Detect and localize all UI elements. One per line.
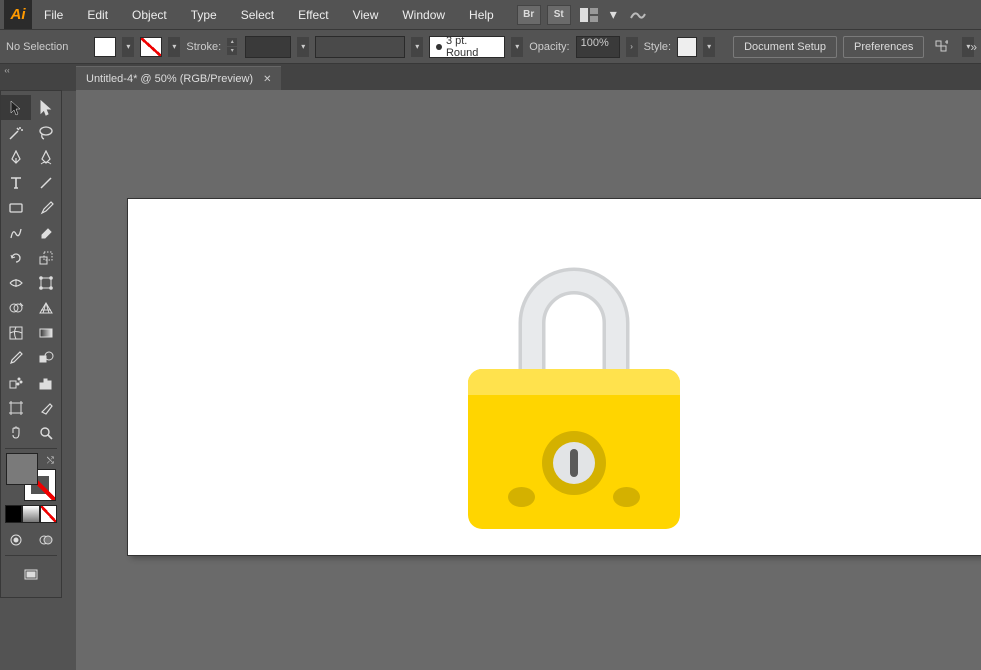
stroke-weight-stepper[interactable]: ▴▾	[227, 38, 237, 55]
style-label: Style:	[644, 41, 672, 53]
artboard[interactable]	[128, 199, 981, 555]
chevron-down-icon[interactable]: ▾	[610, 6, 617, 23]
lasso-tool[interactable]	[31, 120, 61, 145]
bridge-button[interactable]: Br	[517, 5, 541, 25]
eraser-tool[interactable]	[31, 220, 61, 245]
gpu-icon[interactable]	[629, 8, 647, 22]
free-transform-tool[interactable]	[31, 270, 61, 295]
mesh-tool[interactable]	[1, 320, 31, 345]
pen-tool[interactable]	[1, 145, 31, 170]
canvas-area[interactable]	[76, 90, 981, 670]
fill-swatch[interactable]	[94, 37, 116, 57]
perspective-grid-tool[interactable]	[31, 295, 61, 320]
menu-file[interactable]: File	[32, 0, 75, 29]
screen-mode-icon[interactable]	[19, 562, 43, 587]
arrange-documents-icon[interactable]	[580, 8, 598, 22]
stroke-weight-input[interactable]	[245, 36, 291, 58]
stroke-label: Stroke:	[186, 41, 221, 53]
menu-help[interactable]: Help	[457, 0, 506, 29]
menu-effect[interactable]: Effect	[286, 0, 340, 29]
line-segment-tool[interactable]	[31, 170, 61, 195]
draw-normal-icon[interactable]	[1, 527, 31, 552]
opacity-dropdown[interactable]: ›	[626, 37, 638, 57]
align-icon[interactable]	[934, 39, 950, 55]
document-tab-title: Untitled-4* @ 50% (RGB/Preview)	[86, 73, 253, 85]
menu-window[interactable]: Window	[390, 0, 457, 29]
shaper-tool[interactable]	[1, 220, 31, 245]
menu-type[interactable]: Type	[179, 0, 229, 29]
rectangle-tool[interactable]	[1, 195, 31, 220]
close-icon[interactable]: ✕	[263, 74, 271, 85]
hand-tool[interactable]	[1, 420, 31, 445]
color-mode-gradient[interactable]	[22, 505, 39, 523]
paintbrush-tool[interactable]	[31, 195, 61, 220]
menu-view[interactable]: View	[341, 0, 391, 29]
stroke-weight-dropdown[interactable]: ▾	[297, 37, 309, 57]
color-mode-row	[5, 505, 57, 523]
variable-width-profile[interactable]	[315, 36, 405, 58]
column-graph-tool[interactable]	[31, 370, 61, 395]
app-logo[interactable]: Ai	[4, 0, 32, 29]
padlock-artwork[interactable]	[468, 259, 680, 529]
preferences-button[interactable]: Preferences	[843, 36, 924, 58]
toolbox: ⤭	[0, 90, 62, 598]
artboard-tool[interactable]	[1, 395, 31, 420]
brush-definition[interactable]: 3 pt. Round	[429, 36, 505, 58]
style-swatch[interactable]	[677, 37, 697, 57]
symbol-sprayer-tool[interactable]	[1, 370, 31, 395]
color-mode-solid[interactable]	[5, 505, 22, 523]
gradient-tool[interactable]	[31, 320, 61, 345]
document-tab[interactable]: Untitled-4* @ 50% (RGB/Preview) ✕	[76, 66, 281, 91]
control-bar: No Selection ▾ ▾ Stroke: ▴▾ ▾ ▾ 3 pt. Ro…	[0, 29, 981, 64]
zoom-tool[interactable]	[31, 420, 61, 445]
opacity-input[interactable]: 100%	[576, 36, 620, 58]
fill-color[interactable]	[6, 453, 38, 485]
selection-tool[interactable]	[1, 95, 31, 120]
menu-edit[interactable]: Edit	[75, 0, 120, 29]
stroke-dropdown[interactable]: ▾	[168, 37, 180, 57]
fill-stroke-control[interactable]: ⤭	[6, 453, 56, 501]
stock-button[interactable]: St	[547, 5, 571, 25]
scale-tool[interactable]	[31, 245, 61, 270]
document-setup-button[interactable]: Document Setup	[733, 36, 837, 58]
menu-object[interactable]: Object	[120, 0, 179, 29]
panel-collapse-icon[interactable]: »	[970, 40, 977, 54]
shape-builder-tool[interactable]	[1, 295, 31, 320]
fill-dropdown[interactable]: ▾	[122, 37, 134, 57]
curvature-tool[interactable]	[31, 145, 61, 170]
eyedropper-tool[interactable]	[1, 345, 31, 370]
variable-width-dropdown[interactable]: ▾	[411, 37, 423, 57]
magic-wand-tool[interactable]	[1, 120, 31, 145]
lock-body	[468, 369, 680, 529]
color-mode-none[interactable]	[40, 505, 57, 523]
selection-label: No Selection	[6, 41, 68, 53]
menu-bar: Ai File Edit Object Type Select Effect V…	[0, 0, 981, 29]
menu-select[interactable]: Select	[229, 0, 286, 29]
slice-tool[interactable]	[31, 395, 61, 420]
brush-dropdown[interactable]: ▾	[511, 37, 523, 57]
draw-behind-icon[interactable]	[31, 527, 61, 552]
stroke-swatch[interactable]	[140, 37, 162, 57]
type-tool[interactable]	[1, 170, 31, 195]
blend-tool[interactable]	[31, 345, 61, 370]
width-tool[interactable]	[1, 270, 31, 295]
direct-selection-tool[interactable]	[31, 95, 61, 120]
swap-fill-stroke-icon[interactable]: ⤭	[47, 455, 54, 466]
opacity-label: Opacity:	[529, 41, 569, 53]
rotate-tool[interactable]	[1, 245, 31, 270]
style-dropdown[interactable]: ▾	[703, 37, 715, 57]
toolbox-collapse[interactable]: ‹‹	[0, 64, 14, 76]
document-tab-bar: Untitled-4* @ 50% (RGB/Preview) ✕	[0, 64, 981, 91]
